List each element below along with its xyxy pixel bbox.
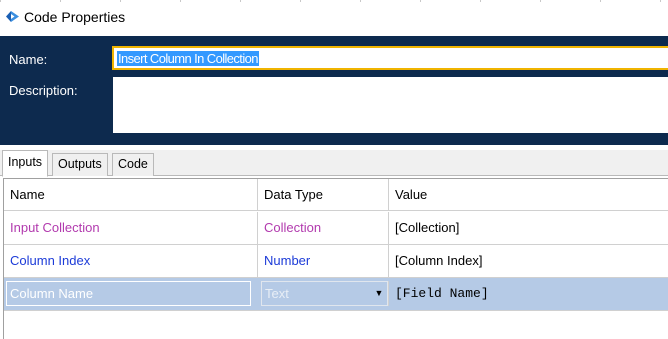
blueprism-stage-icon [5,10,20,23]
dropdown-arrow-icon[interactable]: ▼ [373,282,385,305]
input-name-cell[interactable]: Column Index [4,245,257,277]
input-value-editor[interactable]: [Field Name] [388,281,668,306]
tab-strip: Inputs Outputs Code [0,150,668,177]
properties-header: Name: Insert Column In Collection Descri… [0,36,668,145]
table-row[interactable]: Input Collection Collection [Collection] [4,212,668,245]
name-field[interactable]: Insert Column In Collection [112,46,668,70]
name-label: Name: [9,52,48,67]
title-bar-divider [0,0,668,2]
input-value-cell[interactable]: [Collection] [388,212,668,244]
input-name-editor[interactable]: Column Name [6,281,251,306]
data-type-dropdown-value: Text [265,286,289,301]
data-type-dropdown[interactable]: Text ▼ [261,281,388,306]
column-header-name[interactable]: Name [4,179,257,211]
input-name-cell[interactable]: Input Collection [4,212,257,244]
column-header-data-type[interactable]: Data Type [257,179,388,211]
grid-header: Name Data Type Value [4,179,668,211]
name-field-value: Insert Column In Collection [117,51,259,66]
tab-code[interactable]: Code [112,153,154,176]
tab-inputs[interactable]: Inputs [2,150,49,177]
title-bar: Code Properties [0,0,668,33]
tab-outputs[interactable]: Outputs [52,153,108,176]
inputs-grid: Name Data Type Value Input Collection Co… [3,178,668,339]
input-value-cell[interactable]: [Column Index] [388,245,668,277]
description-field[interactable] [113,77,668,133]
input-type-cell[interactable]: Collection [257,212,388,244]
description-label: Description: [9,83,78,98]
input-type-cell[interactable]: Number [257,245,388,277]
column-header-value[interactable]: Value [388,179,668,211]
window-title: Code Properties [24,9,126,25]
table-row-selected[interactable]: Column Name Text ▼ [Field Name] [4,278,668,311]
table-row[interactable]: Column Index Number [Column Index] [4,245,668,278]
